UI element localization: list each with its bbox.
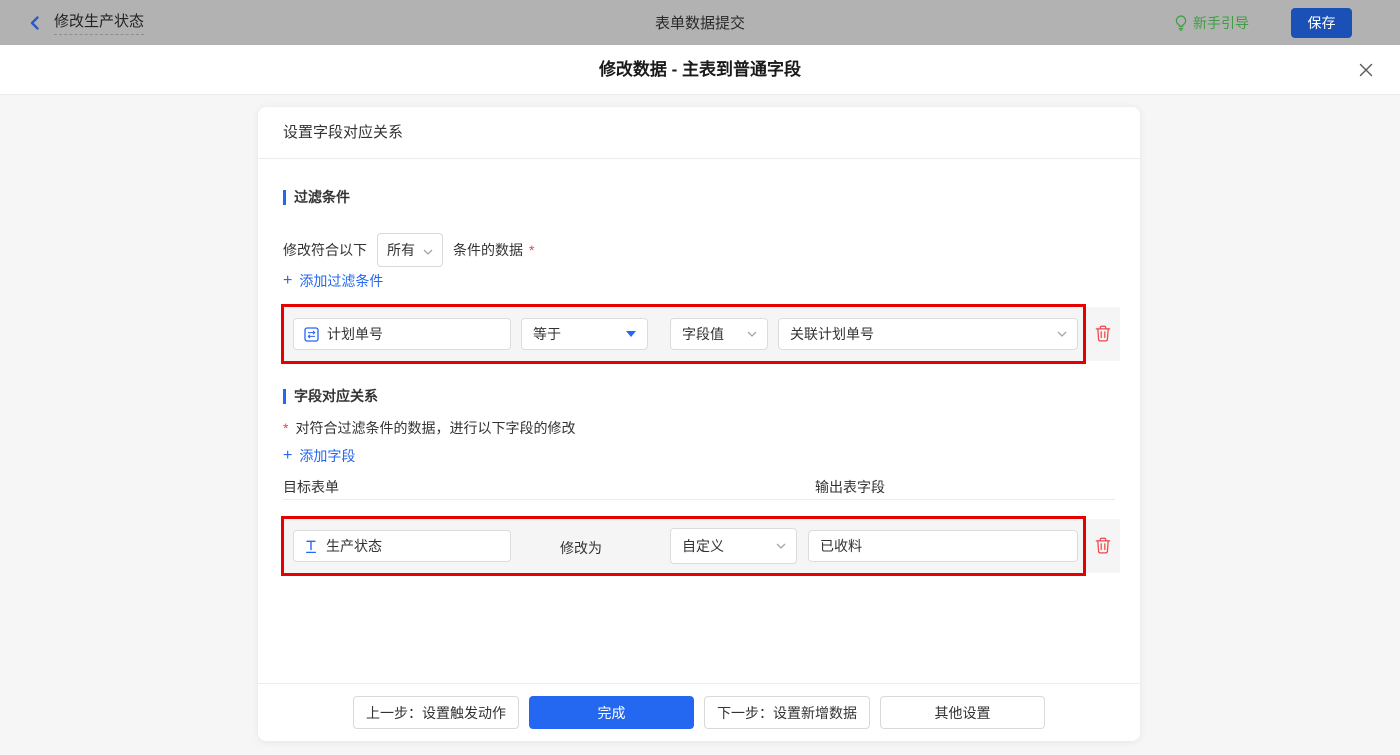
condition-prefix-label: 修改符合以下 [283,242,367,258]
section-bar [283,189,286,205]
column-header-output-field: 输出表字段 [815,479,885,495]
condition-mode-row: 修改符合以下 所有 条件的数据 * [283,233,534,267]
settings-card: 设置字段对应关系 过滤条件 修改符合以下 所有 条件的数据 * + 添加过滤条件… [258,107,1140,741]
filter-section-title: 过滤条件 [283,189,350,205]
mapping-description: * 对符合过滤条件的数据，进行以下字段的修改 [283,420,576,436]
custom-value-input[interactable]: 已收料 [808,530,1078,562]
chevron-down-icon [1057,331,1067,337]
add-field-link[interactable]: + 添加字段 [283,446,355,466]
filter-field-select[interactable]: 计划单号 [293,318,511,350]
card-title: 设置字段对应关系 [258,107,1140,159]
triangle-down-icon [626,331,636,337]
mapping-value-type-select[interactable]: 自定义 [670,528,797,564]
filter-operator-select[interactable]: 等于 [521,318,648,350]
beginner-guide-link[interactable]: 新手引导 [1174,13,1249,33]
chevron-down-icon [776,543,786,549]
dialog-header: 修改数据 - 主表到普通字段 [0,45,1400,95]
beginner-guide-label: 新手引导 [1193,14,1249,31]
prev-step-button[interactable]: 上一步：设置触发动作 [353,696,519,729]
dialog-title: 修改数据 - 主表到普通字段 [598,60,802,79]
text-field-icon [304,539,318,554]
plus-icon: + [283,447,293,464]
condition-mode-select[interactable]: 所有 [377,233,443,267]
column-header-target-form: 目标表单 [283,479,339,495]
section-bar [283,388,286,404]
screen: 修改生产状态 表单数据提交 新手引导 保存 修改数据 - 主表到普通字段 设置字… [0,0,1400,755]
delete-mapping-row-icon[interactable] [1095,537,1111,554]
required-mark: * [283,420,289,436]
done-button[interactable]: 完成 [529,696,694,729]
add-filter-condition-link[interactable]: + 添加过滤条件 [283,271,383,291]
dialog-body: 设置字段对应关系 过滤条件 修改符合以下 所有 条件的数据 * + 添加过滤条件… [0,95,1400,755]
filter-value-type-select[interactable]: 字段值 [670,318,768,350]
next-step-button[interactable]: 下一步：设置新增数据 [704,696,870,729]
filter-value-field-select[interactable]: 关联计划单号 [778,318,1078,350]
required-mark: * [529,242,535,258]
mapping-section-title: 字段对应关系 [283,388,378,404]
serial-field-icon [304,326,319,342]
topbar: 修改生产状态 表单数据提交 新手引导 保存 [0,0,1400,45]
card-footer: 上一步：设置触发动作 完成 下一步：设置新增数据 其他设置 [258,683,1140,741]
plus-icon: + [283,272,293,289]
mapping-field-select[interactable]: 生产状态 [293,530,511,562]
header-divider [283,499,1115,500]
chevron-down-icon [423,242,433,258]
condition-suffix-label: 条件的数据 [453,242,523,258]
delete-filter-row-icon[interactable] [1095,325,1111,342]
other-settings-button[interactable]: 其他设置 [880,696,1045,729]
save-button[interactable]: 保存 [1291,7,1352,38]
close-icon[interactable] [1358,62,1374,78]
lightbulb-icon [1174,14,1188,31]
modify-to-label: 修改为 [560,540,602,556]
chevron-down-icon [747,331,757,337]
